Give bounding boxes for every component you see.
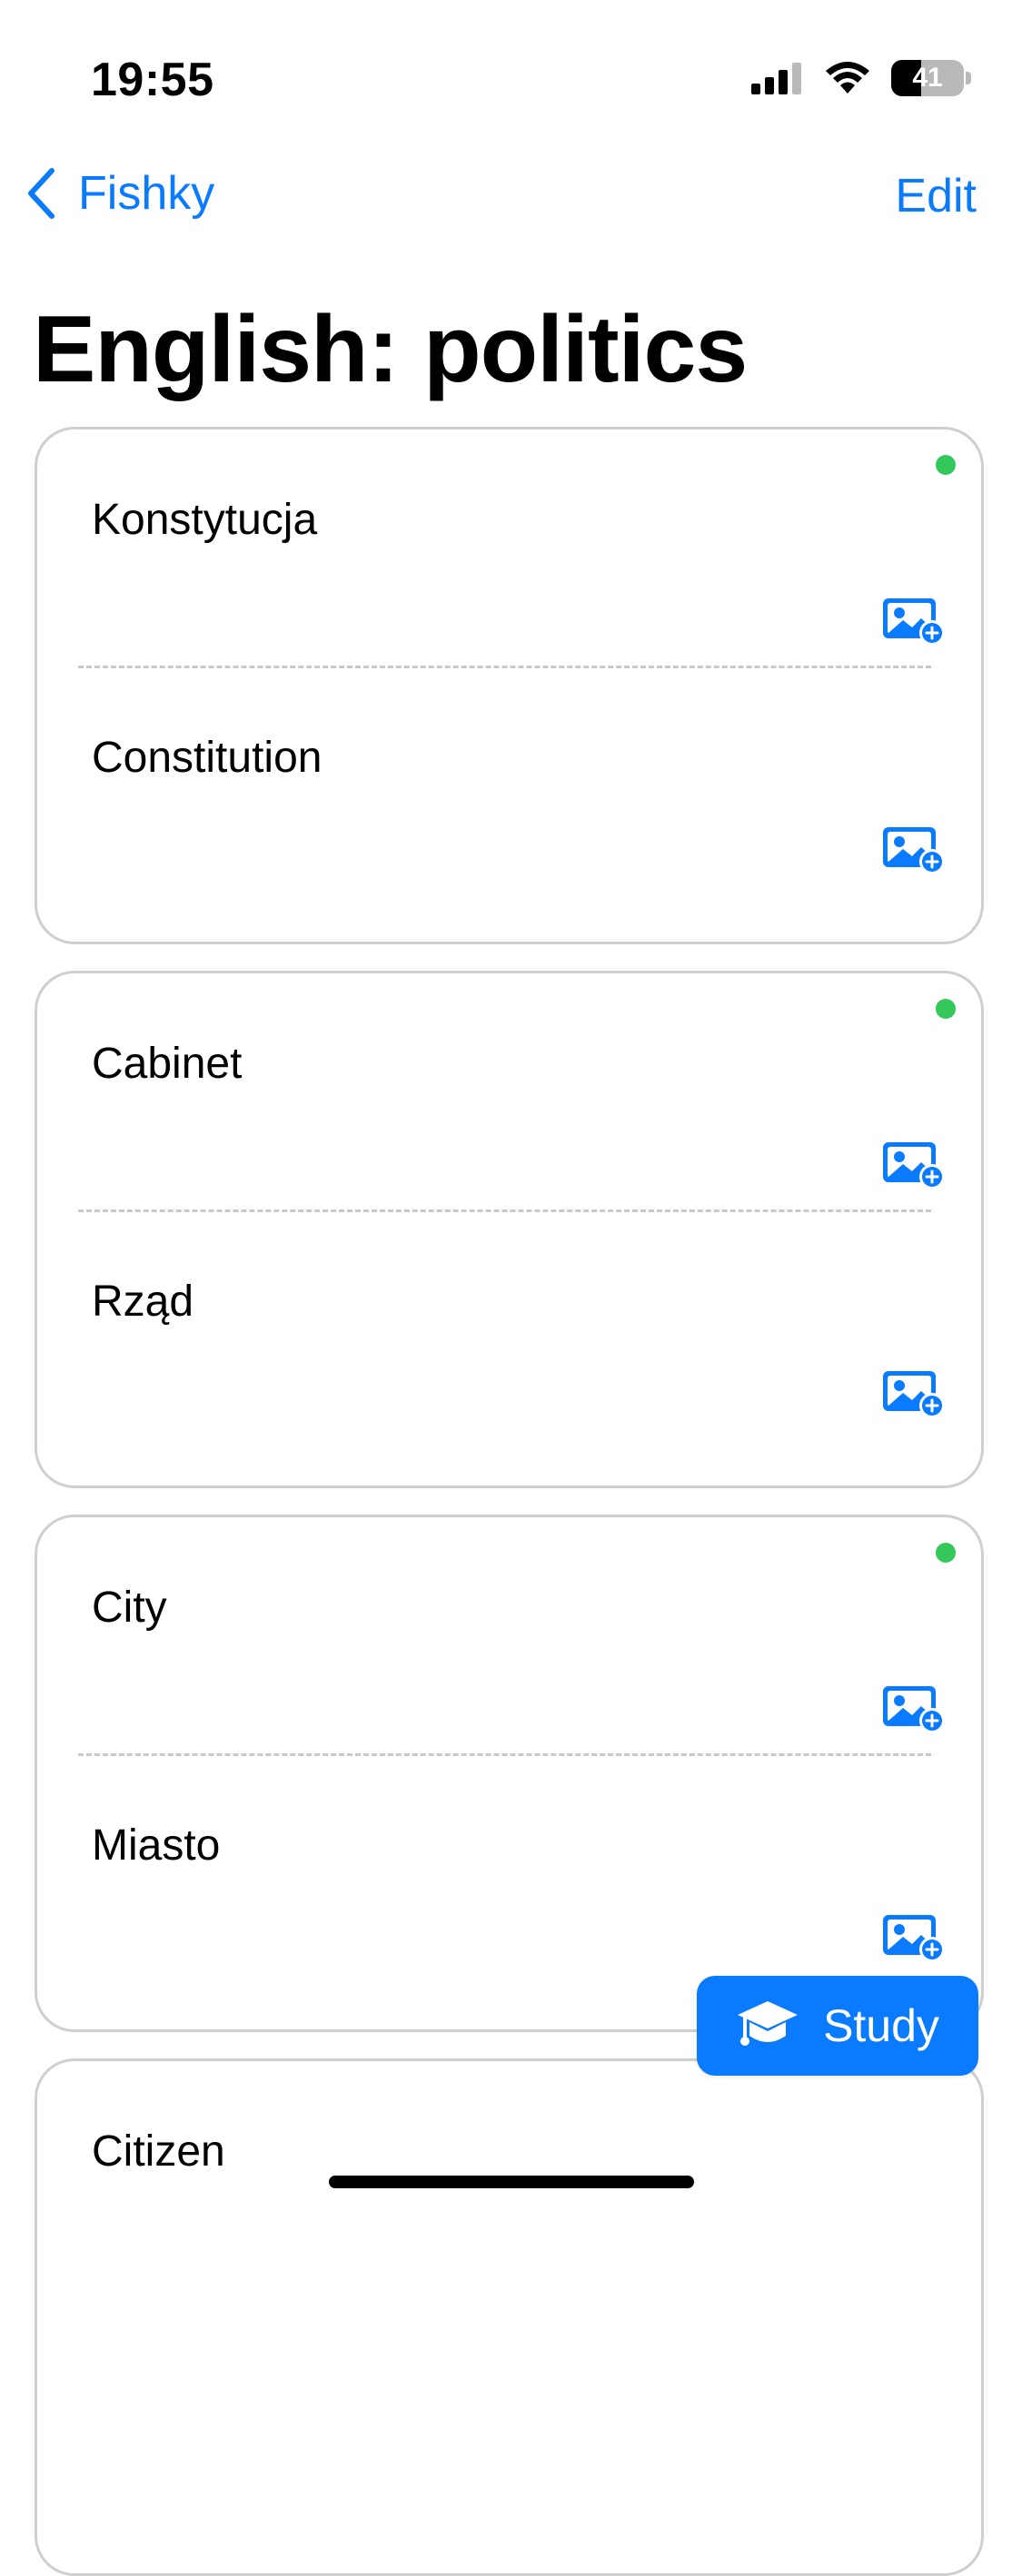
flashcard[interactable]: Cabinet Rząd: [35, 971, 984, 1488]
wifi-icon: [826, 62, 869, 94]
graduation-cap-icon: [738, 2001, 799, 2046]
status-time: 19:55: [91, 54, 214, 106]
card-front-text: Citizen: [92, 2127, 225, 2176]
card-back[interactable]: Miasto: [37, 1755, 981, 1991]
card-front[interactable]: Konstytucja: [37, 429, 981, 666]
battery-icon: 41: [891, 60, 964, 96]
card-back[interactable]: Rząd: [37, 1211, 981, 1447]
card-back-text: Rząd: [92, 1278, 194, 1326]
add-image-icon[interactable]: [881, 824, 947, 874]
edit-button[interactable]: Edit: [895, 169, 977, 223]
card-front-text: City: [92, 1584, 167, 1632]
card-front-text: Konstytucja: [92, 496, 318, 544]
add-image-icon[interactable]: [881, 1367, 947, 1418]
back-button-label: Fishky: [78, 167, 215, 220]
status-icons: 41: [751, 58, 971, 98]
add-image-icon[interactable]: [881, 595, 947, 646]
battery-level: 41: [912, 63, 943, 93]
status-bar: 19:55 41: [0, 0, 1022, 136]
cellular-signal-icon: [751, 63, 801, 94]
add-image-icon[interactable]: [881, 1139, 947, 1189]
card-front-text: Cabinet: [92, 1040, 243, 1088]
chevron-left-icon: [28, 168, 55, 219]
add-image-icon[interactable]: [881, 1911, 947, 1962]
card-front[interactable]: City: [37, 1517, 981, 1753]
back-button[interactable]: Fishky: [25, 166, 214, 221]
card-back-text: Constitution: [92, 734, 322, 782]
page-title: English: politics: [33, 297, 748, 402]
flashcard[interactable]: Konstytucja Constitution: [35, 427, 984, 944]
home-indicator[interactable]: [329, 2176, 694, 2188]
card-back-text: Miasto: [92, 1821, 221, 1870]
add-image-icon[interactable]: [881, 1683, 947, 1733]
card-front[interactable]: Cabinet: [37, 973, 981, 1209]
flashcard[interactable]: City Miasto: [35, 1515, 984, 2032]
study-button[interactable]: Study: [697, 1976, 978, 2076]
study-button-label: Study: [823, 2000, 939, 2051]
battery-cap: [966, 72, 971, 84]
card-back[interactable]: Constitution: [37, 667, 981, 903]
flashcard[interactable]: Citizen: [35, 2058, 984, 2576]
